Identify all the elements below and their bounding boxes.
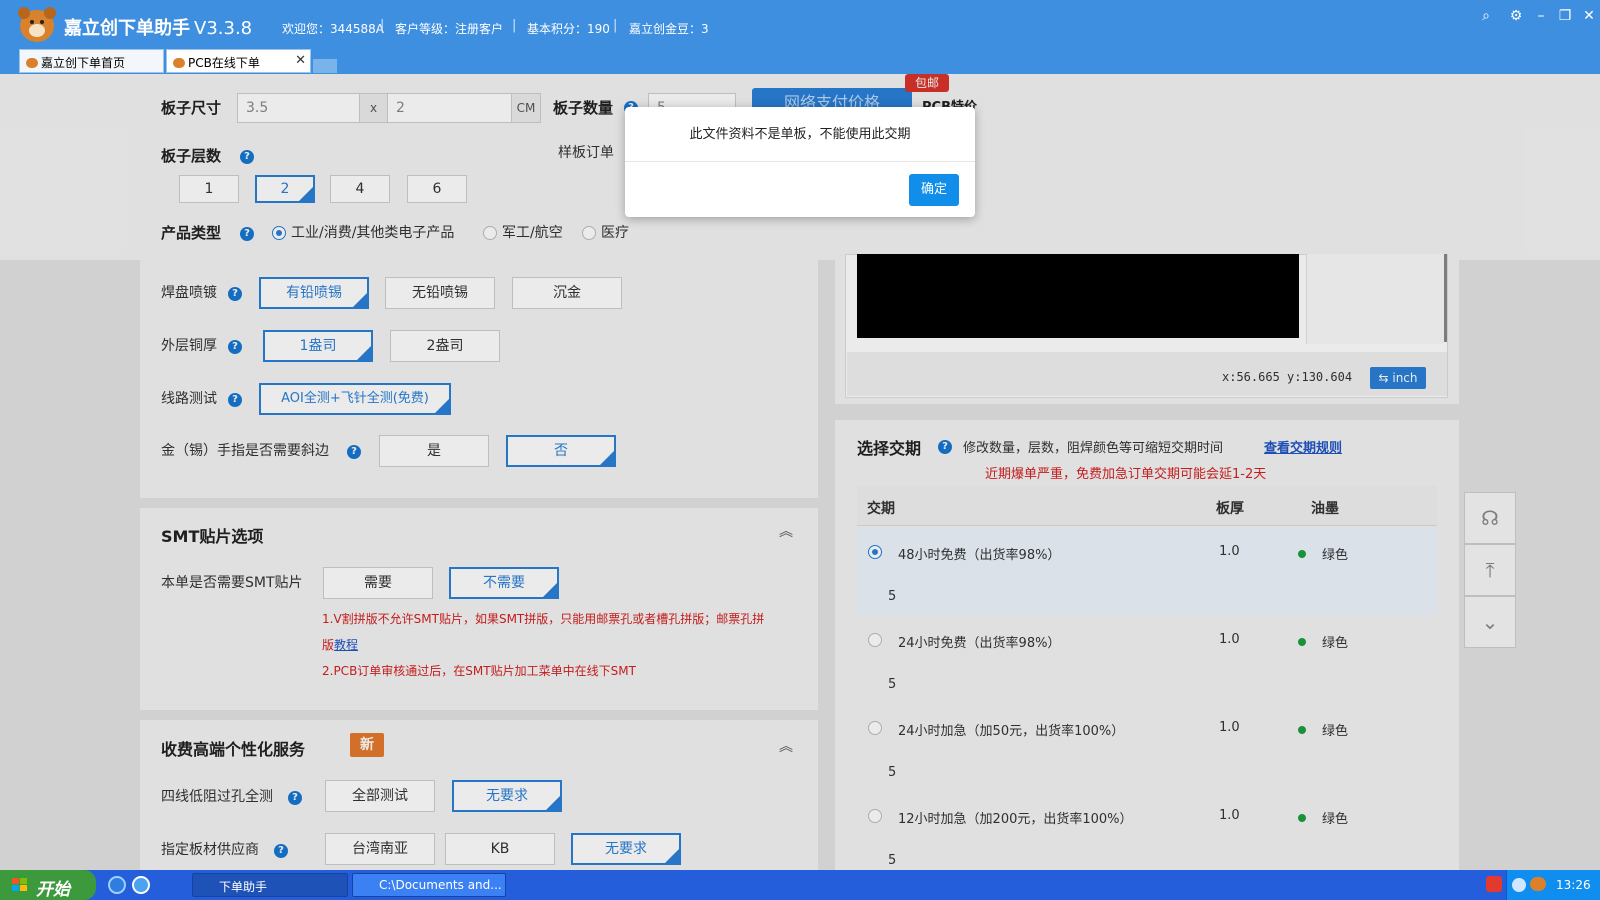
windows-logo-icon <box>12 878 28 892</box>
bear-tray-icon[interactable] <box>1530 877 1546 891</box>
tray-arrow-icon[interactable] <box>1512 878 1526 892</box>
new-tab-button[interactable] <box>313 59 337 73</box>
gear-icon[interactable]: ⚙ <box>1507 8 1525 24</box>
bear-icon <box>173 58 185 68</box>
customer-level: 客户等级：注册客户 <box>395 22 504 36</box>
sogou-icon[interactable] <box>1486 876 1502 892</box>
points-text: 基本积分：190 <box>527 22 610 36</box>
tab-pcb-order[interactable]: PCB在线下单 ✕ <box>166 49 311 73</box>
app-logo-icon <box>18 7 56 42</box>
alert-dialog: 此文件资料不是单板，不能使用此交期 确定 <box>625 107 975 217</box>
dialog-message: 此文件资料不是单板，不能使用此交期 <box>689 127 911 142</box>
task-order-assistant[interactable]: 下单助手 <box>192 873 348 897</box>
minimize-icon[interactable]: – <box>1532 8 1550 24</box>
task-explorer[interactable]: C:\Documents and... <box>352 873 506 897</box>
dialog-ok-button[interactable]: 确定 <box>909 174 959 206</box>
ie-icon[interactable] <box>108 876 126 894</box>
start-button[interactable]: 开始 <box>0 870 96 900</box>
quicklaunch-icon[interactable] <box>132 876 150 894</box>
tab-home[interactable]: 嘉立创下单首页 <box>19 49 164 73</box>
close-icon[interactable]: ✕ <box>1580 8 1598 24</box>
welcome-text: 欢迎您：344588A <box>282 22 385 36</box>
zoom-icon[interactable]: ⌕ <box>1477 8 1495 24</box>
clock: 13:26 <box>1556 878 1591 892</box>
restore-icon[interactable]: ❐ <box>1556 8 1574 24</box>
bear-icon <box>26 58 38 68</box>
tab-close-icon[interactable]: ✕ <box>295 53 306 68</box>
app-title: 嘉立创下单助手 V3.3.8 <box>64 18 253 39</box>
beans-text: 嘉立创金豆：3 <box>629 22 709 36</box>
dialog-divider <box>625 161 975 162</box>
